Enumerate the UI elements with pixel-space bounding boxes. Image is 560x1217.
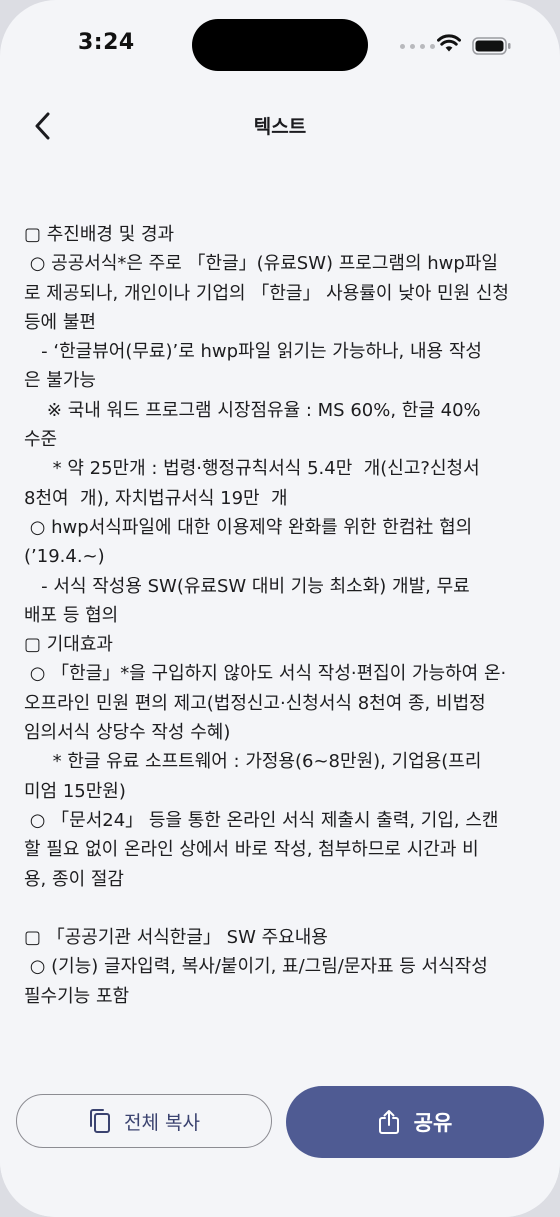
text-line: ○ hwp서식파일에 대한 이용제약 완화를 위한 한컴社 협의 xyxy=(24,516,473,538)
text-line: 수준 xyxy=(24,429,58,451)
copy-all-label: 전체 복사 xyxy=(124,1111,200,1134)
text-line: - 서식 작성용 SW(유료SW 대비 기능 최소화) 개발, 무료 xyxy=(24,575,470,597)
copy-all-button[interactable]: 전체 복사 xyxy=(16,1094,272,1148)
share-button[interactable]: 공유 xyxy=(286,1086,544,1158)
text-line: 로 제공되나, 개인이나 기업의 「한글」 사용률이 낮아 민원 신청 xyxy=(24,282,509,304)
copy-icon xyxy=(90,1109,111,1133)
text-line: * 한글 유료 소프트웨어 : 가정용(6~8만원), 기업용(프리 xyxy=(24,751,482,773)
text-line: * 약 25만개 : 법령·행정규칙서식 5.4만 개(신고?신청서 xyxy=(24,458,480,480)
text-line: ▢ 기대효과 xyxy=(24,634,113,656)
page-title: 텍스트 xyxy=(253,116,307,138)
text-line: 오프라인 민원 편의 제고(법정신고·신청서식 8천여 종, 비법정 xyxy=(24,692,486,714)
text-line: 미엄 15만원) xyxy=(24,780,126,802)
share-icon xyxy=(378,1110,399,1134)
text-line: 할 필요 없이 온라인 상에서 바로 작성, 첨부하므로 시간과 비 xyxy=(24,839,479,861)
cellular-signal-icon xyxy=(400,44,435,49)
text-line: ▢ 「공공기관 서식한글」 SW 주요내용 xyxy=(24,927,328,949)
text-line: ▢ 추진배경 및 경과 xyxy=(24,224,175,245)
text-line: 임의서식 상당수 작성 수혜) xyxy=(24,722,231,744)
text-line: - ‘한글뷰어(무료)’로 hwp파일 읽기는 가능하나, 내용 작성 xyxy=(24,341,482,363)
text-line: (’19.4.~) xyxy=(24,546,105,568)
text-line: ○ 「문서24」 등을 통한 온라인 서식 제출시 출력, 기입, 스캔 xyxy=(24,809,499,831)
text-line: ○ 공공서식*은 주로 「한글」(유료SW) 프로그램의 hwp파일 xyxy=(24,253,498,275)
share-label: 공유 xyxy=(413,1111,453,1135)
status-time: 3:24 xyxy=(78,30,135,55)
dynamic-island xyxy=(192,19,368,71)
text-content: ▢ 추진배경 및 경과 ○ 공공서식*은 주로 「한글」(유료SW) 프로그램의… xyxy=(24,220,538,1078)
phone-screen: 3:24 텍스트 ▢ 추진배경 및 경과 ○ 공공서식*은 주로 「한글」(유료… xyxy=(0,0,560,1217)
text-line: 필수기능 포함 xyxy=(24,985,130,1007)
text-line: 등에 불편 xyxy=(24,311,96,333)
text-line: 배포 등 협의 xyxy=(24,604,119,626)
text-line: ○ 「한글」*을 구입하지 않아도 서식 작성·편집이 가능하여 온· xyxy=(24,663,507,685)
text-line: 은 불가능 xyxy=(24,370,96,392)
text-line: ○ (기능) 글자입력, 복사/붙이기, 표/그림/문자표 등 서식작성 xyxy=(24,956,488,978)
text-line: 용, 종이 절감 xyxy=(24,868,124,890)
text-line: 8천여 개), 자치법규서식 19만 개 xyxy=(24,487,288,509)
battery-icon xyxy=(472,37,511,55)
text-line: ※ 국내 워드 프로그램 시장점유율 : MS 60%, 한글 40% xyxy=(24,399,481,421)
wifi-icon xyxy=(437,34,461,52)
